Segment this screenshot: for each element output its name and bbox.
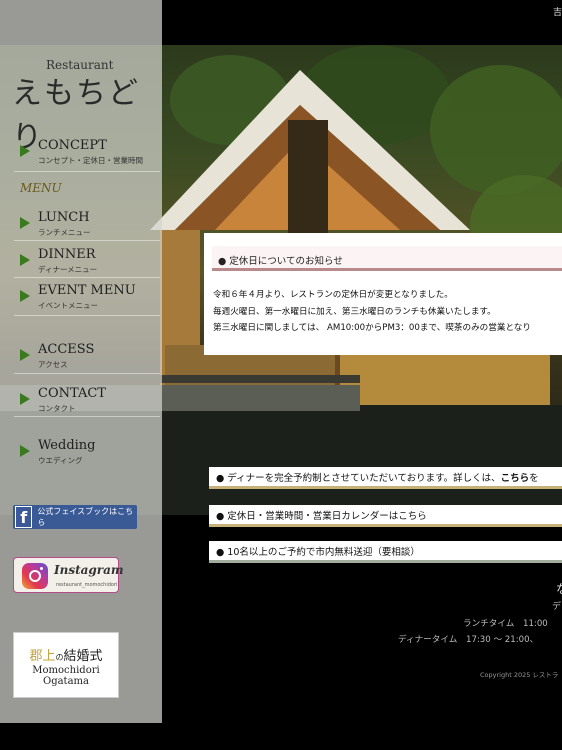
notice-title: ● 定休日についてのお知らせ	[218, 256, 343, 267]
footer-subtitle: デ	[552, 602, 562, 612]
copyright: Copyright 2025 レストラ	[480, 671, 559, 679]
arrow-right-icon	[20, 290, 30, 302]
footer-logo: な	[556, 580, 562, 597]
dinner-text: ● ディナーを完全予約制とさせていただいております。詳しくは、	[216, 472, 501, 484]
nav-label: Wedding	[38, 438, 96, 453]
nav-wedding[interactable]: Wedding ウエディング	[20, 438, 162, 472]
nav-divider	[14, 277, 160, 278]
notice-body: 令和６年４月より、レストランの定休日が変更となりました。 毎週火曜日、第一水曜日…	[213, 287, 531, 337]
footer-lunch-hours: ランチタイム 11:00	[463, 619, 548, 629]
nav-sublabel: アクセス	[38, 360, 68, 369]
nav-label: EVENT MENU	[38, 283, 136, 298]
dinner-link[interactable]: こちら	[501, 470, 530, 484]
instagram-handle: restaurant_momochidori	[56, 582, 118, 588]
instagram-title: Instagram	[54, 563, 124, 577]
shuttle-text: ● 10名以上のご予約で市内無料送迎（要相談）	[216, 546, 420, 558]
menu-heading: MENU	[20, 181, 62, 195]
nav-contact[interactable]: CONTACT コンタクト	[20, 386, 162, 420]
footer-dinner-hours: ディナータイム 17:30 ～ 21:00、	[398, 635, 539, 645]
facebook-icon: f	[15, 506, 33, 528]
notice-line: 第三水曜日に関しましては、 AM10:00からPM3：00まで、喫茶のみの営業と…	[213, 323, 531, 333]
nav-label: ACCESS	[38, 342, 95, 357]
dinner-suffix: を	[529, 472, 539, 484]
arrow-right-icon	[20, 445, 30, 457]
sidebar: Restaurant えもちどり CONCEPT コンセプト・定休日・営業時間 …	[0, 0, 162, 723]
notice-header: ● 定休日についてのお知らせ	[212, 246, 562, 271]
nav-divider	[14, 315, 160, 316]
arrow-right-icon	[20, 393, 30, 405]
nav-label: CONTACT	[38, 386, 106, 401]
facebook-button[interactable]: f 公式フェイスブックはこちら	[13, 505, 137, 529]
wedding-subtitle: Momochidori	[32, 665, 100, 676]
arrow-right-icon	[20, 145, 30, 157]
nav-divider	[14, 373, 160, 374]
header-text: 吉	[552, 8, 562, 18]
nav-label: CONCEPT	[38, 138, 107, 153]
nav-sublabel: ウエディング	[38, 456, 83, 465]
notice-line: 毎週火曜日、第一水曜日に加え、第三水曜日のランチも休業いたします。	[213, 306, 496, 317]
nav-access[interactable]: ACCESS アクセス	[20, 342, 162, 376]
notice-line: 令和６年４月より、レストランの定休日が変更となりました。	[213, 290, 453, 300]
nav-sublabel: イベントメニュー	[38, 301, 98, 310]
nav-divider	[14, 171, 160, 172]
arrow-right-icon	[20, 349, 30, 361]
nav-sublabel: ディナーメニュー	[38, 265, 98, 274]
facebook-label: 公式フェイスブックはこちら	[37, 507, 134, 527]
instagram-icon	[22, 563, 48, 589]
nav-divider	[14, 416, 160, 417]
instagram-button[interactable]: Instagram restaurant_momochidori	[13, 557, 124, 593]
holiday-notice: ● 定休日についてのお知らせ 令和６年４月より、レストランの定休日が変更となりま…	[204, 233, 562, 355]
shuttle-bar: ● 10名以上のご予約で市内無料送迎（要相談）	[209, 541, 562, 563]
nav-label: LUNCH	[38, 210, 90, 225]
wedding-subtitle-2: Ogatama	[43, 676, 89, 687]
nav-sublabel: コンタクト	[38, 404, 76, 413]
nav-concept[interactable]: CONCEPT コンセプト・定休日・営業時間	[20, 138, 162, 172]
wedding-title: 郡上の結婚式	[29, 649, 103, 664]
nav-lunch[interactable]: LUNCH ランチメニュー	[20, 210, 162, 244]
nav-sublabel: コンセプト・定休日・営業時間	[38, 156, 143, 165]
nav-sublabel: ランチメニュー	[38, 228, 91, 237]
dinner-reservation-bar: ● ディナーを完全予約制とさせていただいております。詳しくは、 こちらを	[209, 467, 562, 489]
nav-event-menu[interactable]: EVENT MENU イベントメニュー	[20, 283, 162, 317]
wedding-banner[interactable]: 郡上の結婚式 Momochidori Ogatama	[13, 632, 119, 698]
nav-label: DINNER	[38, 247, 96, 262]
arrow-right-icon	[20, 217, 30, 229]
calendar-link-text: ● 定休日・営業時間・営業日カレンダーはこちら	[216, 510, 427, 522]
nav-divider	[14, 240, 160, 241]
arrow-right-icon	[20, 254, 30, 266]
calendar-link-bar[interactable]: ● 定休日・営業時間・営業日カレンダーはこちら	[209, 505, 562, 527]
nav-dinner[interactable]: DINNER ディナーメニュー	[20, 247, 162, 281]
